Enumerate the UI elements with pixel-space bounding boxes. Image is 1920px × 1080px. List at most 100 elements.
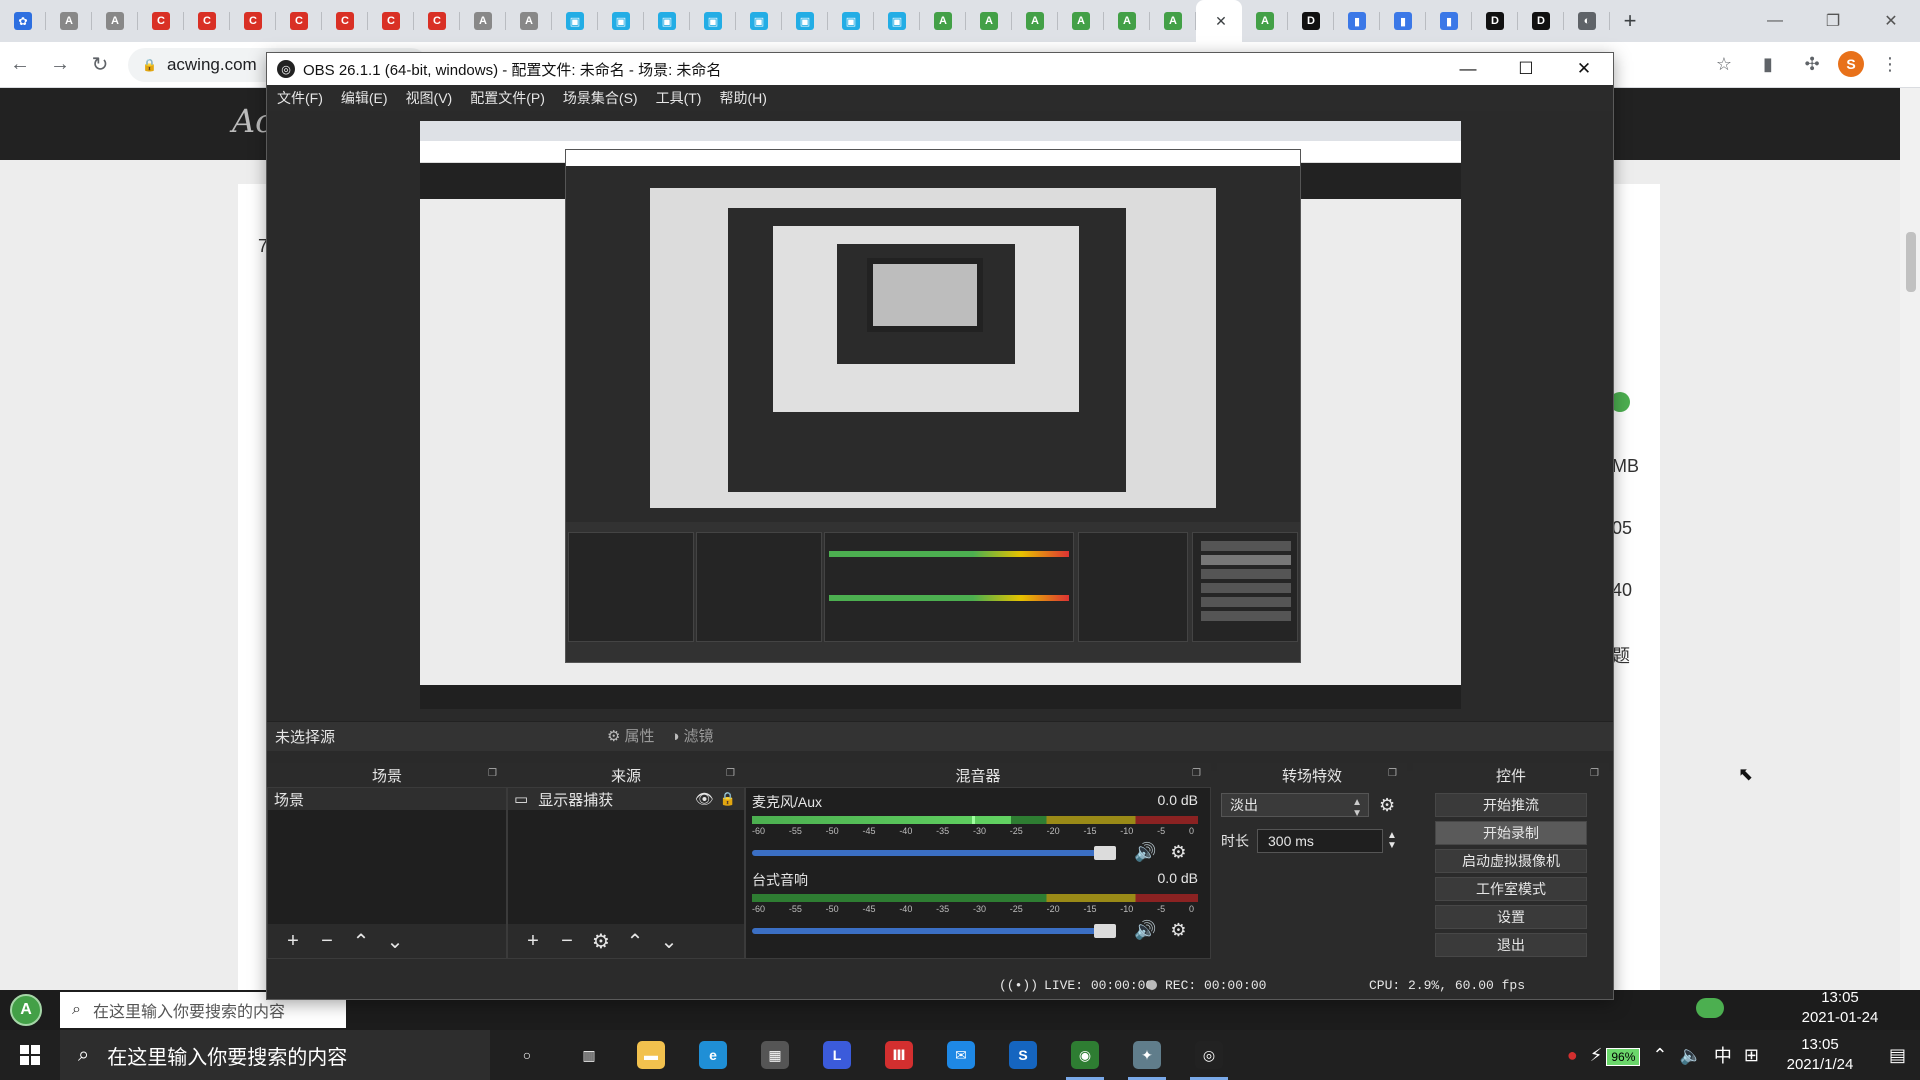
browser-tab[interactable]: ▣ [552,0,598,42]
taskbar-app[interactable]: Ⅲ [868,1030,930,1080]
browser-tab[interactable]: C [368,0,414,42]
exit-button[interactable]: 退出 [1435,933,1587,957]
taskbar-app[interactable]: ✦ [1116,1030,1178,1080]
volume-icon[interactable]: 🔈 [1673,1045,1707,1066]
close-icon[interactable]: ✕ [1862,0,1920,42]
start-button[interactable] [0,1030,60,1080]
menu-edit[interactable]: 编辑(E) [341,88,388,108]
taskbar-app[interactable]: S [992,1030,1054,1080]
bookmark-star-icon[interactable]: ☆ [1706,46,1742,82]
page-scrollbar[interactable] [1900,88,1920,1018]
move-up-icon[interactable]: ⌃ [344,929,378,954]
gear-icon[interactable]: ⚙ [1170,920,1186,941]
browser-tab[interactable]: A [1104,0,1150,42]
extension-u-icon[interactable]: ▮ [1750,46,1786,82]
browser-tab[interactable]: C [138,0,184,42]
taskbar-app[interactable]: ▥ [558,1030,620,1080]
browser-tab[interactable]: ▣ [598,0,644,42]
browser-tab[interactable]: A [920,0,966,42]
browser-tab[interactable]: A [92,0,138,42]
browser-tab[interactable]: ✕ [1196,0,1242,42]
close-icon[interactable]: ✕ [1555,53,1613,85]
ime-indicator[interactable]: 中 [1708,1042,1738,1068]
obs-preview[interactable] [267,111,1613,771]
notification-icon[interactable]: ▤ [1875,1045,1920,1066]
gear-icon[interactable]: ⚙ [1170,842,1186,863]
add-icon[interactable]: + [276,930,310,953]
float-dock-icon[interactable]: ❐ [1590,768,1599,779]
source-item[interactable]: ▭ 显示器捕获 👁 🔒 [508,788,744,810]
browser-tab[interactable]: A [966,0,1012,42]
browser-tab[interactable]: D [1288,0,1334,42]
settings-button[interactable]: 设置 [1435,905,1587,929]
back-icon[interactable]: ← [0,45,40,85]
restore-icon[interactable]: ❐ [1804,0,1862,42]
taskbar-app[interactable]: ▬ [620,1030,682,1080]
browser-tab[interactable]: ▣ [874,0,920,42]
extensions-puzzle-icon[interactable]: ✣ [1794,46,1830,82]
reload-icon[interactable]: ↻ [80,45,120,85]
browser-tab[interactable]: D [1518,0,1564,42]
browser-tab[interactable]: A [506,0,552,42]
float-dock-icon[interactable]: ❐ [1192,768,1201,779]
browser-tab[interactable]: C [414,0,460,42]
studio-mode-button[interactable]: 工作室模式 [1435,877,1587,901]
menu-help[interactable]: 帮助(H) [719,88,766,108]
profile-avatar[interactable]: S [1838,51,1864,77]
minimize-icon[interactable]: — [1439,53,1497,85]
add-icon[interactable]: + [516,930,550,953]
scrollbar-thumb[interactable] [1906,232,1916,292]
browser-menu-icon[interactable]: ⋮ [1872,46,1908,82]
lock-icon[interactable]: 🔒 [720,791,736,807]
move-up-icon[interactable]: ⌃ [618,929,652,954]
browser-tab[interactable]: ▣ [782,0,828,42]
browser-tab[interactable]: ▮ [1380,0,1426,42]
start-streaming-button[interactable]: 开始推流 [1435,793,1587,817]
float-dock-icon[interactable]: ❐ [488,768,497,779]
browser-tab[interactable]: A [1150,0,1196,42]
browser-tab[interactable]: A [46,0,92,42]
power-icon[interactable]: ⚡ 96% [1584,1045,1647,1066]
taskbar-clock[interactable]: 13:05 2021/1/24 [1765,1035,1875,1075]
forward-icon[interactable]: → [40,45,80,85]
keyboard-icon[interactable]: ⊞ [1738,1045,1765,1066]
browser-tab[interactable]: C [184,0,230,42]
browser-tab[interactable]: A [1242,0,1288,42]
close-tab-icon[interactable]: ✕ [1215,13,1227,30]
browser-tab[interactable]: C [322,0,368,42]
gear-icon[interactable]: ⚙ [584,929,618,954]
scene-item[interactable]: 场景 [268,788,506,810]
taskbar-app[interactable]: L [806,1030,868,1080]
float-dock-icon[interactable]: ❐ [726,768,735,779]
taskbar-app[interactable]: ▦ [744,1030,806,1080]
browser-tab[interactable]: ▣ [644,0,690,42]
browser-tab[interactable]: D [1472,0,1518,42]
maximize-icon[interactable]: ☐ [1497,53,1555,85]
browser-tab[interactable]: A [1058,0,1104,42]
transition-select[interactable]: 淡出 ▲ ▼ [1221,793,1369,819]
speaker-icon[interactable]: 🔊 [1134,920,1156,941]
float-dock-icon[interactable]: ❐ [1388,768,1397,779]
browser-tab[interactable]: ✿ [0,0,46,42]
browser-tab[interactable]: A [1012,0,1058,42]
browser-tab[interactable]: ▮ [1426,0,1472,42]
move-down-icon[interactable]: ⌄ [378,929,412,954]
start-virtual-camera-button[interactable]: 启动虚拟摄像机 [1435,849,1587,873]
spinner-icon[interactable]: ▲ ▼ [1387,831,1397,851]
browser-tab[interactable]: C [276,0,322,42]
menu-file[interactable]: 文件(F) [277,88,323,108]
menu-view[interactable]: 视图(V) [406,88,453,108]
properties-button[interactable]: ⚙ 属性 [607,725,654,746]
chevron-up-icon[interactable]: ⌃ [1646,1045,1673,1066]
volume-slider[interactable] [752,923,1116,938]
browser-tab[interactable]: ▣ [828,0,874,42]
red-tray-icon[interactable]: ● [1561,1045,1584,1066]
eye-icon[interactable]: 👁 [695,790,714,808]
taskbar-app[interactable]: e [682,1030,744,1080]
browser-tab[interactable]: C [230,0,276,42]
volume-slider[interactable] [752,845,1116,860]
menu-profile[interactable]: 配置文件(P) [470,88,545,108]
duration-input[interactable]: 300 ms [1257,829,1383,853]
chat-icon[interactable] [1696,998,1724,1018]
green-a-icon[interactable]: A [10,994,42,1026]
